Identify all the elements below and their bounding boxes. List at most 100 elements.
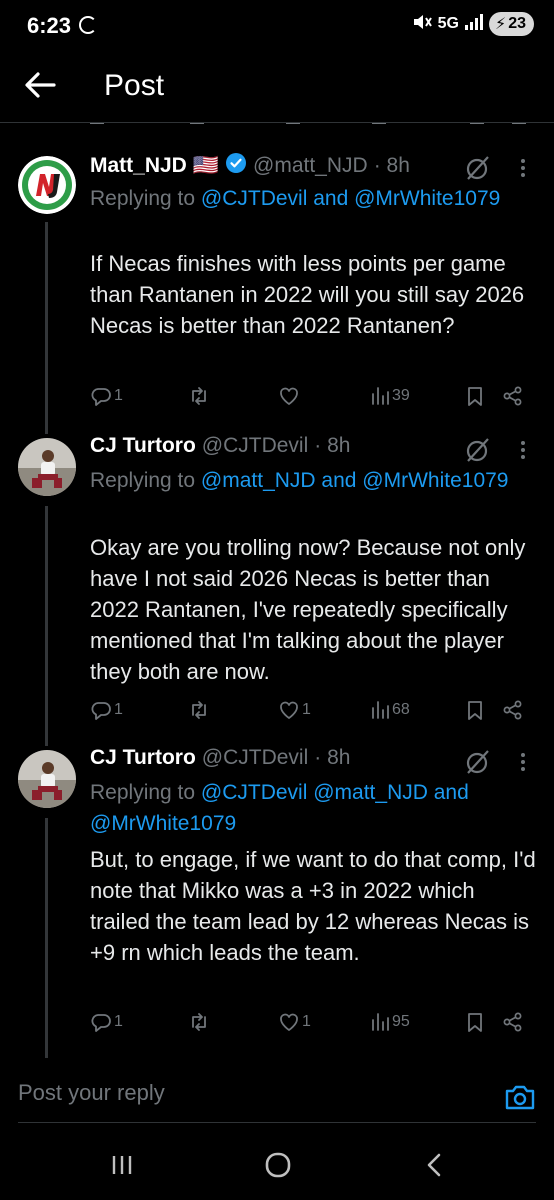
home-icon [265, 1152, 291, 1178]
recent-apps-icon [112, 1156, 132, 1174]
view-count: 39 [392, 387, 410, 404]
user-handle[interactable]: @matt_NJD [253, 154, 368, 178]
signal-icon [464, 13, 483, 35]
home-button[interactable] [258, 1148, 298, 1182]
reply-button[interactable]: 1 [90, 385, 123, 407]
user-handle[interactable]: @CJTDevil [202, 746, 309, 770]
share-button[interactable] [502, 385, 524, 407]
comment-icon [91, 702, 111, 720]
heart-icon [280, 1013, 298, 1031]
bookmark-icon [468, 387, 482, 406]
repost-button[interactable] [188, 385, 212, 407]
bookmark-icon [468, 701, 482, 720]
share-icon [503, 1012, 522, 1032]
back-button[interactable] [22, 68, 62, 102]
like-button[interactable]: 1 [278, 1011, 311, 1033]
display-name[interactable]: CJ Turtoro [90, 746, 196, 770]
grok-icon[interactable] [464, 154, 492, 182]
post-time: · 8h [314, 746, 351, 769]
previous-post-actions [90, 118, 530, 128]
avatar[interactable] [18, 750, 76, 808]
more-vertical-icon[interactable] [516, 750, 530, 774]
grok-icon[interactable] [464, 436, 492, 464]
bookmark-button[interactable] [464, 385, 486, 407]
like-count: 1 [302, 701, 311, 718]
bookmark-button[interactable] [464, 699, 486, 721]
system-back-button[interactable] [414, 1148, 454, 1182]
replying-prefix: Replying to [90, 781, 196, 804]
sync-icon [79, 16, 97, 34]
heart-icon [280, 701, 298, 719]
replying-to-users[interactable]: @CJTDevil and @MrWhite1079 [201, 187, 500, 210]
views-icon [372, 701, 389, 719]
profile-photo-image [18, 750, 76, 808]
bookmark-button[interactable] [464, 1011, 486, 1033]
more-vertical-icon[interactable] [516, 156, 530, 180]
page-title: Post [104, 69, 165, 102]
status-indicators: 5G ⚡ 23 [412, 12, 534, 36]
thread-connector [45, 506, 48, 746]
repost-button[interactable] [188, 1011, 212, 1033]
post-time: · 8h [373, 154, 410, 177]
avatar[interactable] [18, 156, 76, 214]
share-button[interactable] [502, 699, 524, 721]
post-text: But, to engage, if we want to do that co… [90, 847, 536, 965]
replying-prefix: Replying to [90, 187, 196, 210]
logo-avatar-image [18, 156, 76, 214]
chevron-left-icon [427, 1153, 441, 1177]
thread-connector [45, 222, 48, 434]
mute-icon [412, 13, 432, 36]
arrow-left-icon [25, 72, 56, 98]
avatar[interactable] [18, 438, 76, 496]
post-time: · 8h [314, 434, 351, 457]
views-button[interactable]: 95 [370, 1011, 410, 1033]
recent-apps-button[interactable] [102, 1148, 142, 1182]
comment-icon [91, 388, 111, 406]
post-header: Matt_NJD 🇺🇸 @matt_NJD · 8h [90, 152, 410, 180]
flag-icon: 🇺🇸 [192, 154, 220, 177]
display-name[interactable]: Matt_NJD [90, 154, 187, 178]
system-navigation-bar [0, 1128, 554, 1200]
more-vertical-icon[interactable] [516, 438, 530, 462]
share-icon [503, 386, 522, 406]
heart-icon [280, 387, 298, 405]
top-app-bar: Post [0, 52, 554, 122]
like-button[interactable] [278, 385, 302, 407]
reply-divider [18, 1122, 536, 1123]
status-time: 6:23 [27, 13, 72, 38]
views-icon [372, 387, 389, 405]
header-divider [0, 122, 554, 123]
like-button[interactable]: 1 [278, 699, 311, 721]
reply-button[interactable]: 1 [90, 1011, 123, 1033]
status-bar: 6:23 5G ⚡ 23 [0, 0, 554, 52]
repost-icon [192, 701, 206, 719]
charging-icon: ⚡ [494, 16, 507, 33]
battery-level: 23 [508, 15, 526, 32]
replying-to: Replying to @matt_NJD and @MrWhite1079 [90, 465, 530, 496]
post-header: CJ Turtoro @CJTDevil · 8h [90, 746, 350, 770]
post-actions: 1 39 [90, 385, 540, 415]
view-count: 68 [392, 701, 410, 718]
reply-count: 1 [114, 387, 123, 404]
camera-button[interactable] [504, 1082, 536, 1112]
reply-composer: Post your reply [0, 1058, 554, 1124]
reply-button[interactable]: 1 [90, 699, 123, 721]
repost-button[interactable] [188, 699, 212, 721]
grok-icon[interactable] [464, 748, 492, 776]
replying-to-users[interactable]: @matt_NJD and @MrWhite1079 [201, 469, 509, 492]
user-handle[interactable]: @CJTDevil [202, 434, 309, 458]
display-name[interactable]: CJ Turtoro [90, 434, 196, 458]
replying-to: Replying to @CJTDevil and @MrWhite1079 [90, 183, 530, 214]
like-count: 1 [302, 1013, 311, 1030]
post-header: CJ Turtoro @CJTDevil · 8h [90, 434, 350, 458]
post-text: If Necas finishes with less points per g… [90, 251, 525, 338]
post-actions: 1 1 95 [90, 1011, 540, 1041]
reply-count: 1 [114, 701, 123, 718]
replying-to: Replying to @CJTDevil @matt_NJD and @MrW… [90, 777, 530, 839]
post-actions: 1 1 68 [90, 699, 540, 729]
views-button[interactable]: 68 [370, 699, 410, 721]
reply-input[interactable]: Post your reply [18, 1080, 165, 1106]
views-button[interactable]: 39 [370, 385, 410, 407]
network-label: 5G [437, 15, 459, 32]
share-button[interactable] [502, 1011, 524, 1033]
